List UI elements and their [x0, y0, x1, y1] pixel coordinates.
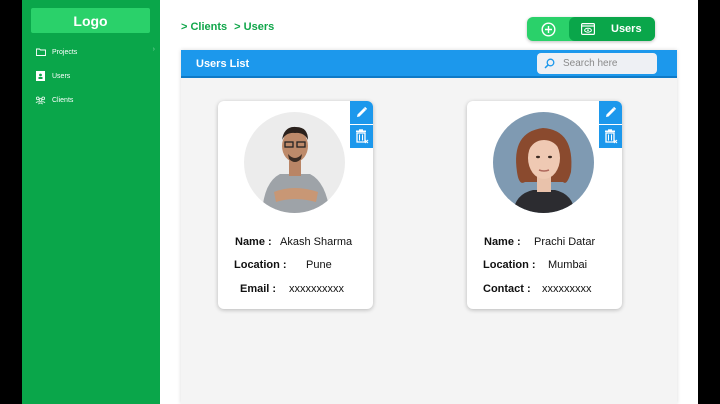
user-field-row: Location : Mumbai [467, 259, 622, 273]
folder-icon [35, 47, 46, 58]
panel-title: Users List [196, 58, 250, 70]
field-value: Akash Sharma [280, 236, 353, 248]
breadcrumb-users[interactable]: > Users [234, 21, 274, 33]
users-button-label: Users [611, 23, 642, 35]
field-value: Prachi Datar [534, 236, 596, 248]
user-icon [35, 71, 46, 82]
breadcrumb: > Clients > Users [181, 21, 274, 33]
field-label: Name : [235, 236, 272, 248]
search-input[interactable] [563, 58, 653, 69]
avatar [244, 112, 345, 213]
panel-header: Users List [181, 50, 677, 78]
field-label: Contact : [483, 283, 531, 295]
user-field-row: Email : xxxxxxxxxx [218, 283, 373, 297]
add-user-button[interactable] [527, 17, 569, 41]
delete-button[interactable] [350, 125, 373, 148]
trash-icon [605, 129, 618, 144]
field-label: Location : [234, 259, 287, 271]
pencil-icon [606, 106, 617, 117]
users-panel: Users List Search here Name: Akash Shar… [181, 50, 677, 404]
delete-button[interactable] [599, 125, 622, 148]
sidebar-item-label: Projects [52, 48, 78, 56]
group-icon [35, 95, 46, 106]
field-label: Email : [240, 283, 277, 295]
field-label: Name : [484, 236, 521, 248]
edit-button[interactable] [599, 101, 622, 124]
breadcrumb-clients[interactable]: > Clients [181, 21, 227, 33]
field-value: xxxxxxxxx [542, 283, 592, 295]
field-value: Mumbai [548, 259, 588, 271]
user-field-row: Name : Akash Sharma [218, 236, 373, 250]
app-frame: Logo Projects › Users Clients > Clients … [22, 0, 698, 404]
user-field-row: Name : Prachi Datar [467, 236, 622, 250]
view-users-button[interactable]: Users [569, 17, 655, 41]
user-card: Name : Akash Sharma Location : Pune Emai… [218, 101, 373, 309]
chevron-right-icon: › [152, 46, 155, 53]
user-field-row: Contact : xxxxxxxxx [467, 283, 622, 297]
pencil-icon [357, 106, 368, 117]
field-value: Pune [306, 259, 332, 271]
field-value: xxxxxxxxxx [289, 283, 344, 295]
top-action-group: Users [527, 17, 655, 41]
sidebar-item-users[interactable]: Users [35, 68, 155, 84]
sidebar: Logo Projects › Users Clients [22, 0, 160, 404]
avatar [493, 112, 594, 213]
main-content: > Clients > Users Users Users List Searc… [160, 0, 698, 404]
sidebar-item-label: Users [52, 72, 71, 80]
search-box [537, 53, 657, 74]
sidebar-item-clients[interactable]: Clients [35, 92, 155, 108]
eye-window-icon [581, 23, 595, 35]
sidebar-item-projects[interactable]: Projects › [35, 44, 155, 60]
trash-icon [356, 129, 369, 144]
field-label: Location : [483, 259, 536, 271]
edit-button[interactable] [350, 101, 373, 124]
search-icon [544, 58, 555, 69]
plus-circle-icon [540, 21, 556, 37]
user-card: Name : Prachi Datar Location : Mumbai Co… [467, 101, 622, 309]
logo: Logo [31, 8, 150, 33]
user-field-row: Location : Pune [218, 259, 373, 273]
sidebar-item-label: Clients [52, 96, 74, 104]
